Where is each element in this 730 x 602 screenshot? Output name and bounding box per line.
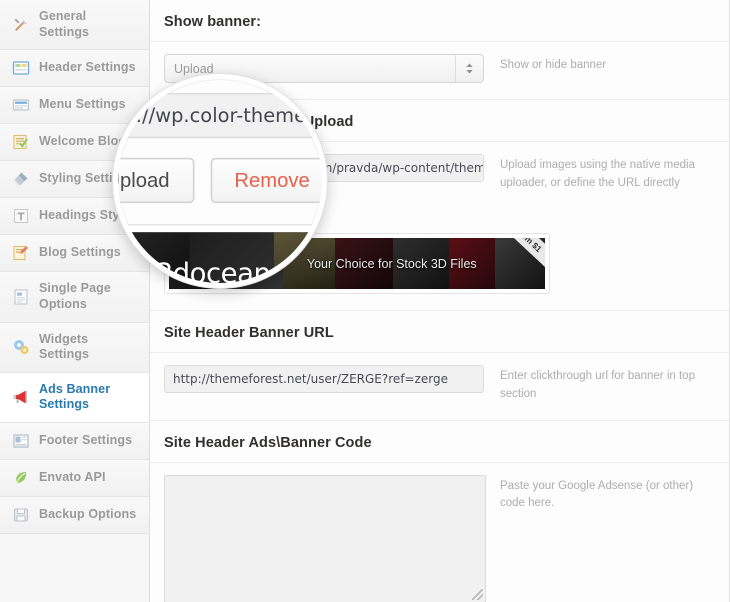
theme-options-page: General Settings Header Settings Menu Se… — [0, 0, 730, 602]
magnified-banner-url-input: http://wp.color-theme.com — [118, 92, 322, 139]
banner-upload-description: Upload images using the native media upl… — [500, 159, 695, 189]
section-title: Site Header Banner URL — [150, 311, 729, 353]
sidebar-item-label: Backup Options — [39, 507, 137, 522]
magnified-content: Site Header Banner http://wp.color-theme… — [118, 79, 322, 283]
gears-icon — [12, 338, 30, 356]
magnified-banner-preview: 3docean — [118, 224, 322, 283]
sidebar-item-label: Single Page Options — [39, 281, 111, 311]
section-banner-url: Site Header Banner URL http://themefores… — [150, 311, 729, 421]
banner-code-textarea[interactable] — [164, 474, 486, 602]
sidebar-item-widgets-settings[interactable]: Widgets Settings — [0, 322, 149, 373]
leaf-icon — [12, 469, 30, 487]
banner-url-description: Enter clickthrough url for banner in top… — [500, 370, 695, 400]
resize-grip-icon[interactable] — [472, 588, 483, 600]
sidebar-item-footer-settings[interactable]: Footer Settings — [0, 423, 149, 460]
typography-icon — [12, 207, 30, 225]
chevron-updown-icon — [455, 55, 483, 82]
show-banner-select-value: Upload — [174, 61, 214, 76]
header-layout-icon — [12, 59, 30, 77]
show-banner-description: Show or hide banner — [500, 59, 607, 71]
section-title: Show banner: — [150, 0, 729, 42]
tools-icon — [12, 16, 30, 34]
menu-bars-icon — [12, 96, 30, 114]
magnified-3docean-mark-icon — [118, 255, 148, 283]
sidebar-item-label: General Settings — [39, 9, 90, 39]
section-title: Site Header Ads\Banner Code — [150, 421, 729, 463]
document-icon — [12, 288, 30, 306]
magnifier-viewport: Site Header Banner http://wp.color-theme… — [118, 79, 322, 283]
sidebar-item-label: Header Settings — [39, 60, 136, 75]
magnified-banner-image: 3docean — [118, 232, 322, 283]
paint-roller-icon — [12, 170, 30, 188]
floppy-disk-icon — [12, 506, 30, 524]
magnified-banner-brand-label: 3docean — [155, 257, 271, 283]
sidebar-item-label: Envato API — [39, 470, 106, 485]
sidebar-item-label: Widgets Settings — [39, 331, 90, 362]
sidebar-item-envato-api[interactable]: Envato API — [0, 460, 149, 497]
footer-layout-icon — [12, 432, 30, 450]
sidebar-item-label: Menu Settings — [39, 97, 126, 112]
sidebar-item-label: Footer Settings — [39, 433, 133, 448]
section-banner-code: Site Header Ads\Banner Code Paste your G… — [150, 421, 729, 602]
megaphone-icon — [12, 388, 30, 406]
magnified-remove-button: Remove — [210, 157, 322, 204]
magnified-upload-button: Upload — [118, 157, 194, 204]
sidebar-item-backup-options[interactable]: Backup Options — [0, 497, 149, 534]
banner-code-description: Paste your Google Adsense (or other) cod… — [500, 479, 694, 510]
checklist-icon — [12, 133, 30, 151]
sidebar-item-label: Ads Banner Settings — [39, 381, 111, 412]
sidebar-item-label: Blog Settings — [39, 245, 121, 260]
sidebar-item-ads-banner-settings[interactable]: Ads Banner Settings — [0, 372, 149, 423]
banner-tagline: Your Choice for Stock 3D Files — [306, 256, 477, 271]
banner-clickthrough-url-input[interactable]: http://themeforest.net/user/ZERGE?ref=ze… — [164, 365, 484, 393]
magnifier-lens[interactable]: Site Header Banner http://wp.color-theme… — [113, 74, 327, 288]
notepad-pencil-icon — [12, 244, 30, 262]
sidebar-item-general-settings[interactable]: General Settings — [0, 0, 149, 51]
